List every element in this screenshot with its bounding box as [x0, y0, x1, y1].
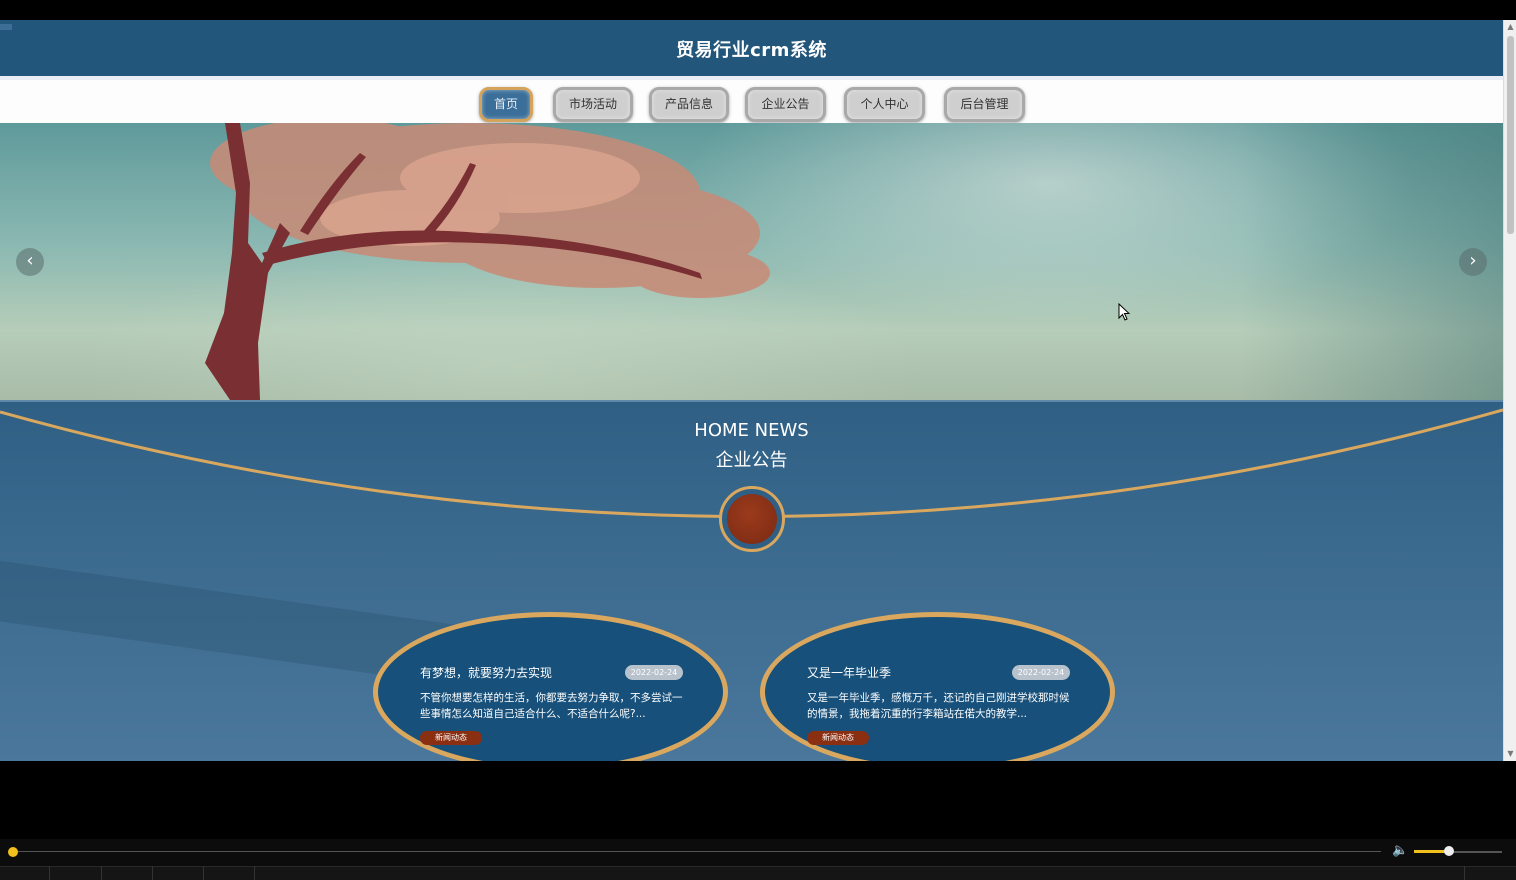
browser-viewport: 贸易行业crm系统 首页 市场活动 产品信息 企业公告 个人中心 后台管理 ‹ … — [0, 20, 1503, 761]
strip-divider — [203, 866, 204, 880]
header-corner-mark — [0, 24, 12, 30]
nav-product-info[interactable]: 产品信息 — [649, 87, 729, 122]
news-card-tag[interactable]: 新闻动态 — [807, 731, 869, 745]
nav-market-activities[interactable]: 市场活动 — [553, 87, 633, 122]
medal-ornament — [719, 486, 785, 552]
news-card-desc: 不管你想要怎样的生活，你都要去努力争取，不多尝试一些事情怎么知道自己适合什么、不… — [420, 692, 683, 720]
news-section: HOME NEWS 企业公告 有梦想，就要努力去实现 2022-02-24 不管… — [0, 400, 1503, 761]
strip-divider — [1464, 866, 1465, 880]
news-card-date: 2022-02-24 — [1012, 665, 1070, 680]
nav-home[interactable]: 首页 — [479, 87, 533, 122]
nav-admin[interactable]: 后台管理 — [944, 87, 1025, 122]
volume-knob[interactable] — [1444, 846, 1454, 856]
news-heading-cn: 企业公告 — [715, 450, 788, 471]
news-card-tag[interactable]: 新闻动态 — [420, 731, 482, 745]
progress-track[interactable] — [13, 851, 1381, 852]
player-bottom-strip — [0, 866, 1516, 880]
strip-divider — [152, 866, 153, 880]
news-card[interactable]: 又是一年毕业季 2022-02-24 又是一年毕业季，感慨万千，还记的自己刚进学… — [760, 612, 1115, 761]
news-card-desc: 又是一年毕业季，感慨万千，还记的自己刚进学校那时候的情景，我拖着沉重的行李箱站在… — [807, 692, 1070, 720]
mouse-cursor-icon — [1118, 303, 1130, 321]
news-card[interactable]: 有梦想，就要努力去实现 2022-02-24 不管你想要怎样的生活，你都要去努力… — [373, 612, 728, 761]
scroll-up-icon[interactable]: ▲ — [1506, 22, 1515, 31]
speaker-icon[interactable]: 🔈 — [1392, 843, 1408, 858]
news-card-title[interactable]: 又是一年毕业季 — [807, 664, 891, 681]
news-card-title[interactable]: 有梦想，就要努力去实现 — [420, 664, 552, 681]
site-title: 贸易行业crm系统 — [676, 40, 827, 61]
screen: 贸易行业crm系统 首页 市场活动 产品信息 企业公告 个人中心 后台管理 ‹ … — [0, 0, 1516, 880]
nav-announcements[interactable]: 企业公告 — [745, 87, 826, 122]
medal-core — [727, 494, 777, 544]
strip-divider — [101, 866, 102, 880]
progress-knob[interactable] — [8, 847, 18, 857]
page-scrollbar[interactable]: ▲ ▼ — [1503, 20, 1516, 761]
chevron-left-icon[interactable]: ‹ — [16, 248, 44, 276]
banner-carousel[interactable]: ‹ › — [0, 123, 1503, 400]
news-heading-en: HOME NEWS — [694, 420, 809, 441]
scrollbar-thumb[interactable] — [1507, 36, 1514, 234]
chevron-right-icon[interactable]: › — [1459, 248, 1487, 276]
news-card-date: 2022-02-24 — [625, 665, 683, 680]
site-header: 贸易行业crm系统 — [0, 20, 1503, 76]
scroll-down-icon[interactable]: ▼ — [1506, 749, 1515, 758]
nav-personal-center[interactable]: 个人中心 — [844, 87, 925, 122]
main-nav: 首页 市场活动 产品信息 企业公告 个人中心 后台管理 — [0, 76, 1503, 123]
strip-divider — [254, 866, 255, 880]
video-player-controls: 🔈 — [0, 839, 1516, 880]
strip-divider — [49, 866, 50, 880]
